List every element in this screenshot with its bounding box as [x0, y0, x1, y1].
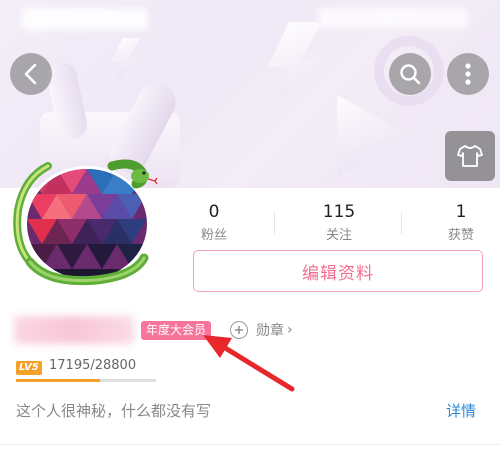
- stat-divider: [274, 212, 275, 234]
- section-divider: [0, 444, 500, 445]
- experience-text: 17195/28800: [49, 358, 137, 373]
- following-label: 关注: [325, 228, 352, 243]
- profile-bio: 这个人很神秘，什么都没有写: [16, 402, 212, 420]
- details-link[interactable]: 详情: [446, 400, 476, 421]
- tshirt-icon: [457, 145, 483, 167]
- banner-lightning-decoration: [111, 38, 140, 82]
- dress-up-button[interactable]: [445, 131, 495, 181]
- level-badge: LV5: [16, 361, 42, 375]
- likes-label: 获赞: [447, 228, 474, 243]
- more-vertical-icon: [465, 63, 471, 85]
- medal-entry[interactable]: 勋章 ›: [230, 320, 293, 340]
- following-stat[interactable]: 115 关注: [294, 202, 384, 243]
- followers-stat[interactable]: 0 粉丝: [169, 202, 259, 243]
- edit-profile-button[interactable]: 编辑资料: [193, 250, 483, 292]
- more-options-button[interactable]: [447, 53, 489, 95]
- chevron-right-icon: ›: [287, 322, 293, 338]
- following-count: 115: [322, 202, 356, 222]
- followers-label: 粉丝: [200, 228, 227, 243]
- avatar[interactable]: [8, 158, 158, 288]
- search-icon: [400, 64, 421, 85]
- blurred-header-text: [22, 8, 148, 30]
- experience-progress-fill: [16, 379, 100, 382]
- banner-lightning-decoration: [268, 22, 322, 104]
- followers-count: 0: [208, 202, 220, 222]
- chevron-left-icon: [24, 63, 37, 85]
- blurred-header-text-right: [318, 8, 468, 28]
- experience-progress-bar: [16, 379, 156, 382]
- snake-avatar-frame: [13, 159, 158, 286]
- medal-label: 勋章: [256, 323, 284, 339]
- back-button[interactable]: [10, 53, 52, 95]
- plus-circle-icon: [230, 321, 248, 339]
- annual-vip-badge[interactable]: 年度大会员: [141, 321, 212, 340]
- likes-stat[interactable]: 1 获赞: [416, 202, 500, 243]
- likes-count: 1: [455, 202, 467, 222]
- stat-divider: [401, 212, 402, 234]
- search-button[interactable]: [389, 53, 431, 95]
- blurred-username: [14, 316, 134, 344]
- profile-stats: 0 粉丝 115 关注 1 获赞: [166, 202, 500, 246]
